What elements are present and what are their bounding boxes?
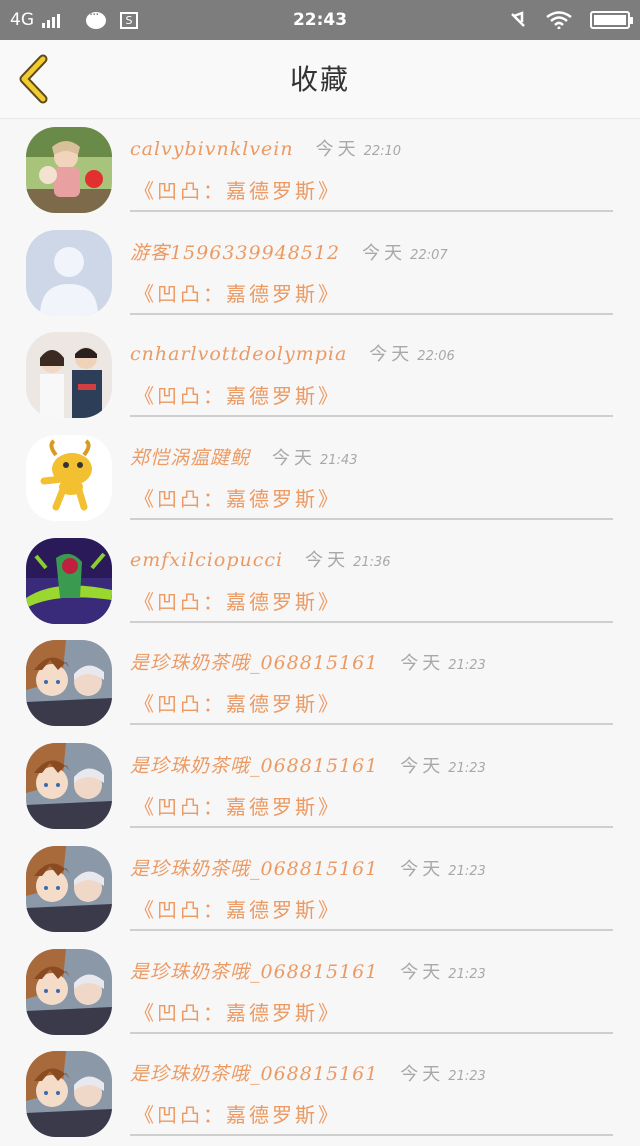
message-day: 今天 [315, 139, 360, 160]
user-name: 游客1596339948512 [130, 241, 341, 264]
default-user-avatar[interactable] [26, 229, 112, 316]
row-divider [130, 1134, 613, 1137]
user-name: calvybivnklvein [130, 138, 294, 160]
list-item[interactable]: cnharlvottdeolympia 今天 22:06 《凹凸：嘉德罗斯》 [0, 324, 640, 427]
name-line: 是珍珠奶茶哦_068815161 今天 21:23 [130, 751, 486, 778]
list-item[interactable]: 是珍珠奶茶哦_068815161 今天 21:23 《凹凸：嘉德罗斯》 [0, 632, 640, 735]
page-title: 收藏 [289, 63, 350, 96]
message-day: 今天 [400, 756, 445, 778]
purple-creature-avatar[interactable] [26, 537, 112, 624]
row-divider [130, 1031, 613, 1034]
girls-photo-avatar[interactable] [26, 127, 112, 213]
subject-title: 《凹凸：嘉德罗斯》 [134, 487, 341, 512]
user-name: emfxilciopucci [130, 548, 284, 571]
message-time: 21:23 [448, 761, 486, 777]
list-item[interactable]: emfxilciopucci 今天 21:36 《凹凸：嘉德罗斯》 [0, 530, 640, 633]
list-item[interactable]: 是珍珠奶茶哦_068815161 今天 21:23 《凹凸：嘉德罗斯》 [0, 1043, 640, 1146]
message-time: 21:23 [448, 1069, 486, 1085]
name-line: emfxilciopucci 今天 21:36 [130, 546, 391, 572]
message-time: 21:23 [448, 966, 486, 982]
name-line: 是珍珠奶茶哦_068815161 今天 21:23 [130, 957, 486, 984]
name-line: calvybivnklvein 今天 22:10 [130, 135, 401, 161]
list-item[interactable]: 郑恺涡瘟踺鲵 今天 21:43 《凹凸：嘉德罗斯》 [0, 427, 640, 530]
nav-bar: 收藏 [0, 40, 640, 119]
message-day: 今天 [400, 858, 445, 880]
row-divider [130, 723, 613, 726]
message-day: 今天 [305, 549, 350, 571]
message-time: 21:23 [448, 863, 486, 879]
couple-photo-avatar[interactable] [26, 332, 112, 419]
list-item[interactable]: 是珍珠奶茶哦_068815161 今天 21:23 《凹凸：嘉德罗斯》 [0, 735, 640, 838]
message-time: 22:10 [363, 144, 402, 159]
battery-icon [590, 11, 633, 29]
anime-characters-avatar[interactable] [26, 948, 112, 1035]
subject-title: 《凹凸：嘉德罗斯》 [134, 589, 341, 614]
name-line: 是珍珠奶茶哦_068815161 今天 21:23 [130, 854, 486, 881]
row-divider [130, 620, 613, 623]
status-right [508, 0, 633, 40]
name-line: 是珍珠奶茶哦_068815161 今天 21:23 [130, 1059, 486, 1086]
list-item[interactable]: 是珍珠奶茶哦_068815161 今天 21:23 《凹凸：嘉德罗斯》 [0, 941, 640, 1044]
subject-title: 《凹凸：嘉德罗斯》 [134, 281, 341, 306]
message-day: 今天 [400, 653, 445, 675]
subject-title: 《凹凸：嘉德罗斯》 [134, 1000, 341, 1025]
user-name: cnharlvottdeolympia [130, 343, 348, 366]
name-line: 游客1596339948512 今天 22:07 [130, 238, 448, 265]
message-day: 今天 [272, 448, 317, 470]
user-name: 郑恺涡瘟踺鲵 [130, 447, 251, 470]
row-divider [130, 210, 613, 212]
subject-title: 《凹凸：嘉德罗斯》 [134, 795, 341, 820]
user-name: 是珍珠奶茶哦_068815161 [130, 1063, 379, 1086]
message-day: 今天 [400, 961, 445, 983]
subject-title: 《凹凸：嘉德罗斯》 [134, 1103, 341, 1128]
user-name: 是珍珠奶茶哦_068815161 [130, 755, 379, 778]
list-item[interactable]: calvybivnklvein 今天 22:10 《凹凸：嘉德罗斯》 [0, 119, 640, 222]
message-day: 今天 [400, 1064, 445, 1086]
row-divider [130, 826, 613, 829]
message-time: 21:23 [448, 658, 486, 674]
message-day: 今天 [362, 242, 407, 264]
row-divider [130, 415, 613, 418]
row-divider [130, 312, 613, 315]
message-time: 22:06 [417, 349, 455, 365]
message-time: 21:43 [320, 453, 358, 469]
favorites-list: calvybivnklvein 今天 22:10 《凹凸：嘉德罗斯》 游客159… [0, 119, 640, 1146]
name-line: cnharlvottdeolympia 今天 22:06 [130, 340, 455, 366]
subject-title: 《凹凸：嘉德罗斯》 [134, 384, 341, 409]
message-time: 22:07 [410, 247, 448, 263]
row-divider [130, 518, 613, 521]
subject-title: 《凹凸：嘉德罗斯》 [134, 897, 341, 922]
mute-icon [511, 11, 525, 27]
subject-title: 《凹凸：嘉德罗斯》 [134, 179, 341, 203]
anime-characters-avatar[interactable] [26, 640, 112, 727]
anime-characters-avatar[interactable] [26, 1051, 112, 1138]
user-name: 是珍珠奶茶哦_068815161 [130, 960, 379, 983]
message-day: 今天 [369, 344, 414, 366]
wifi-icon [546, 11, 572, 29]
user-name: 是珍珠奶茶哦_068815161 [130, 857, 379, 880]
list-item[interactable]: 游客1596339948512 今天 22:07 《凹凸：嘉德罗斯》 [0, 222, 640, 325]
name-line: 郑恺涡瘟踺鲵 今天 21:43 [130, 443, 357, 470]
subject-title: 《凹凸：嘉德罗斯》 [134, 692, 341, 717]
name-line: 是珍珠奶茶哦_068815161 今天 21:23 [130, 648, 486, 675]
anime-characters-avatar[interactable] [26, 845, 112, 932]
cartoon-goat-avatar[interactable] [26, 435, 112, 522]
message-time: 21:36 [353, 554, 391, 570]
anime-characters-avatar[interactable] [26, 743, 112, 830]
list-item[interactable]: 是珍珠奶茶哦_068815161 今天 21:23 《凹凸：嘉德罗斯》 [0, 838, 640, 941]
user-name: 是珍珠奶茶哦_068815161 [130, 652, 379, 675]
row-divider [130, 928, 613, 931]
status-bar: 4G S 22:43 [0, 0, 640, 40]
